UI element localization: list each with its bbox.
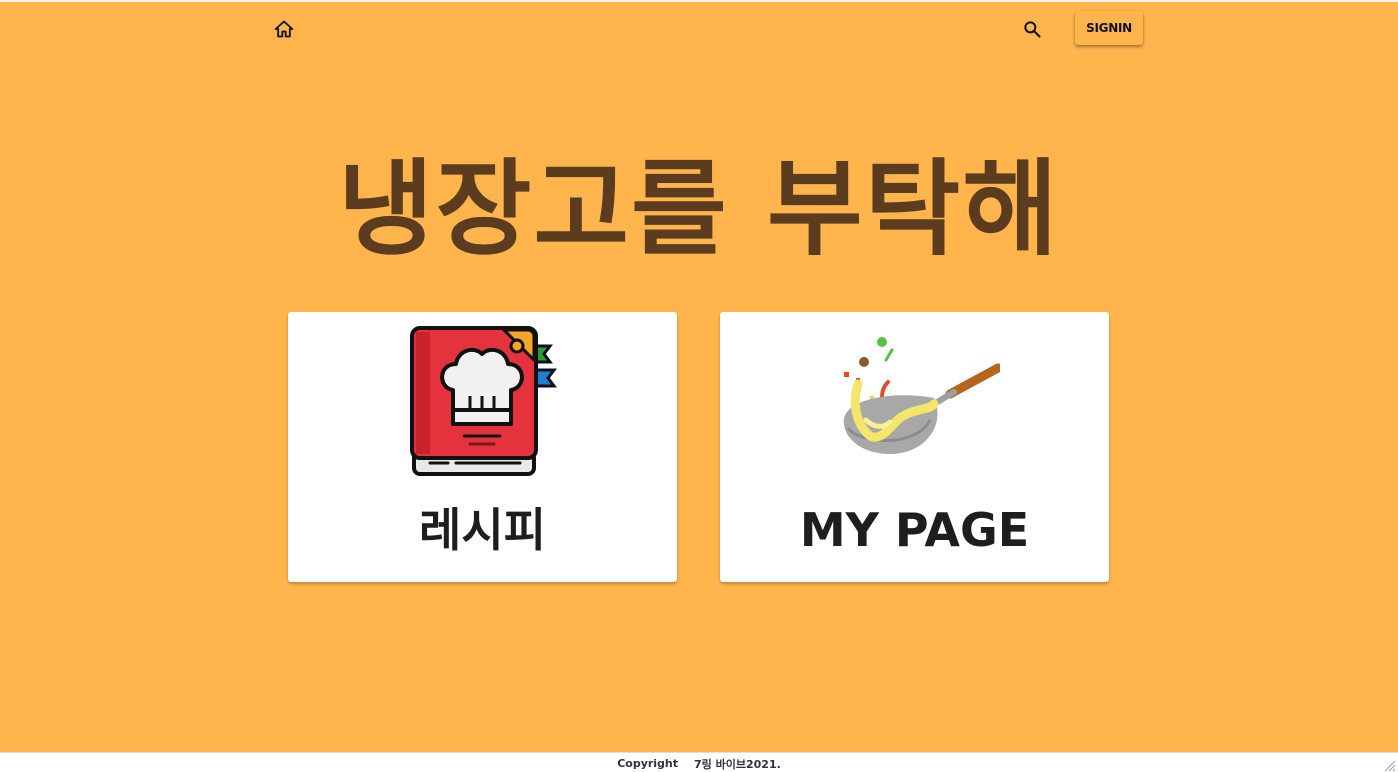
copyright-text: Copyright [617,757,679,770]
search-button[interactable] [1019,16,1045,42]
mypage-card[interactable]: MY PAGE [720,312,1109,582]
recipe-book-icon [409,326,557,476]
page-title: 냉장고를 부탁해 [338,148,1060,270]
recipe-card[interactable]: 레시피 [288,312,677,582]
wok-icon [843,337,1000,454]
mypage-card-label: MY PAGE [799,503,1030,557]
signin-button[interactable]: SIGNIN [1075,11,1143,45]
home-icon [274,20,294,38]
team-name: 7링 바이브2021. [694,757,781,771]
resize-grip-icon[interactable] [1382,758,1396,772]
home-button[interactable] [271,16,297,42]
search-icon [1024,21,1041,38]
top-navigation-bar: SIGNIN [0,2,1398,58]
footer: Copyright 7링 바이브2021. [0,752,1398,772]
recipe-card-label: 레시피 [419,503,546,557]
